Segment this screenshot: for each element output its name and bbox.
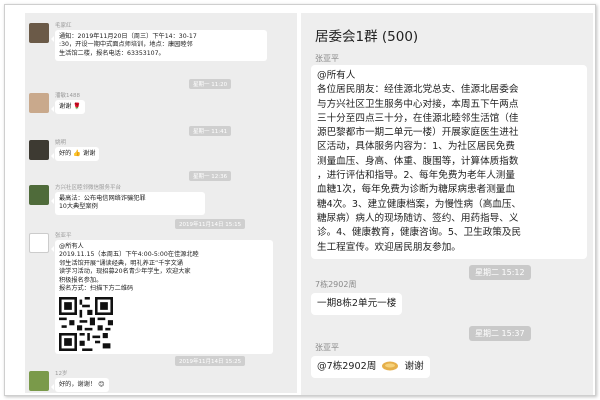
sender-name: 12岁 — [55, 371, 68, 377]
sender-name: 张亚平 — [315, 54, 339, 63]
message-line: @所有人 — [317, 70, 356, 81]
message-line: 血糖1次，每年免费为诊断为糖尿病患者测量血 — [317, 184, 515, 196]
message-line: 生工程宣传。欢迎居民朋友参加。 — [317, 241, 461, 253]
sender-name: 张亚平 — [315, 343, 339, 352]
message-line: 报名方式：扫描下方二维码 — [59, 285, 134, 293]
message-line: 10大典型案例 — [59, 203, 98, 211]
sender-name: 潘敏1488 — [55, 93, 80, 99]
message-bubble[interactable]: 好的 👍 谢谢 — [50, 147, 100, 162]
message-line: 糖尿病）病人的现场随访、签约、用药指导、义 — [317, 212, 519, 224]
message-line: 一期8栋2单元一楼 — [317, 298, 397, 309]
message-bubble[interactable]: @所有人 2019.11.15（本周五）下午4:00-5:00在佳源北睦 邻生活… — [51, 240, 273, 355]
message-line: :30，开设一期中式面点师培训，地点：康园睦邻 — [59, 41, 193, 49]
message-line: 好的，谢谢！ 😊 — [59, 381, 105, 388]
message-line: 积极报名参加。 — [59, 276, 103, 284]
message-line: 生活馆二楼，报名电话：63353107。 — [59, 49, 165, 57]
avatar[interactable] — [29, 371, 49, 391]
message-line: 测量血压、身高、体重、腹围等，计算体质指数 — [317, 155, 519, 167]
timestamp: 2019年11月14日 15:15 — [175, 219, 246, 229]
left-chat-panel: 毛家红 通知：2019年11月20日（周三）下午14：30-17 :30，开设一… — [25, 13, 297, 393]
message-line: 三十分至四点三十分，在佳源北睦邻生活馆（佳 — [317, 112, 519, 124]
mention: @7栋2902周 — [317, 361, 377, 372]
message-line: 谢谢 🌹 — [59, 103, 82, 110]
thanks-emoji-icon — [382, 361, 399, 371]
message-line: 谢谢 — [404, 361, 424, 372]
message-line: 2019.11.15（本周五）下午4:00-5:00在佳源北睦 — [59, 251, 199, 259]
timestamp: 星期一 11:41 — [189, 126, 232, 136]
sender-name: 毛家红 — [55, 23, 72, 29]
avatar[interactable] — [29, 185, 49, 205]
message-line: 各位居民朋友：经佳源北党总支、佳源北居委会 — [317, 84, 519, 96]
message-bubble[interactable]: 一期8栋2单元一楼 — [311, 293, 403, 316]
message-bubble[interactable]: 好的，谢谢！ 😊 — [51, 378, 109, 393]
timestamp: 2019年11月14日 15:25 — [175, 356, 246, 366]
message-line: 邻生活馆开展“诵读经典，明礼养正”千字文诵 — [59, 259, 183, 267]
group-title: 居委会1群 (500) — [315, 29, 419, 45]
message-bubble[interactable]: 最高法：公布电信网络诈骗犯罪 10大典型案例 — [51, 192, 205, 215]
sender-name: 张亚平 — [55, 233, 72, 239]
screenshot-frame: 毛家红 通知：2019年11月20日（周三）下午14：30-17 :30，开设一… — [4, 4, 596, 396]
avatar[interactable] — [29, 233, 49, 253]
message-bubble[interactable]: @所有人 各位居民朋友：经佳源北党总支、佳源北居委会 与方兴社区卫生服务中心对接… — [311, 65, 587, 259]
message-bubble[interactable]: 谢谢 🌹 — [50, 100, 86, 115]
timestamp: 星期二 15:12 — [469, 265, 531, 280]
avatar[interactable] — [29, 93, 49, 113]
avatar[interactable] — [29, 23, 49, 43]
sender-name: 7栋2902周 — [315, 280, 357, 289]
sender-name: 姚明 — [55, 140, 67, 146]
message-line: 与方兴社区卫生服务中心对接，本周五下午两点 — [317, 98, 519, 110]
right-chat-panel: 居委会1群 (500) 张亚平 @所有人 各位居民朋友：经佳源北党总支、佳源北居… — [301, 13, 593, 395]
timestamp: 星期二 15:37 — [469, 326, 531, 341]
qr-code-icon[interactable] — [59, 297, 113, 352]
message-line: 读学习活动，现招募20名青少年学生，欢迎大家 — [59, 268, 191, 276]
message-line: 诊。4、健康教育，健康咨询。5、卫生政策及民 — [317, 227, 522, 239]
sender-name: 方兴社区睦邻微信服务平台 — [55, 185, 122, 191]
message-line: 源巴黎都市一期二单元一楼）开展家庭医生进社 — [317, 127, 519, 139]
message-line: 好的 👍 谢谢 — [59, 150, 96, 157]
avatar[interactable] — [29, 140, 49, 160]
message-line: ，进行评估和指导。2、每年免费为老年人测量 — [317, 170, 515, 182]
timestamp: 星期一 11:20 — [189, 79, 232, 89]
timestamp: 星期一 12:36 — [189, 171, 232, 181]
message-bubble[interactable]: 通知：2019年11月20日（周三）下午14：30-17 :30，开设一期中式面… — [51, 30, 267, 62]
message-line: 区活动，具体服务内容为：1、为社区居民免费 — [317, 141, 515, 153]
message-line: 糖4次。3、建立健康档案，为慢性病（高血压、 — [317, 198, 522, 210]
message-bubble[interactable]: @7栋2902周 谢谢 — [311, 356, 430, 379]
